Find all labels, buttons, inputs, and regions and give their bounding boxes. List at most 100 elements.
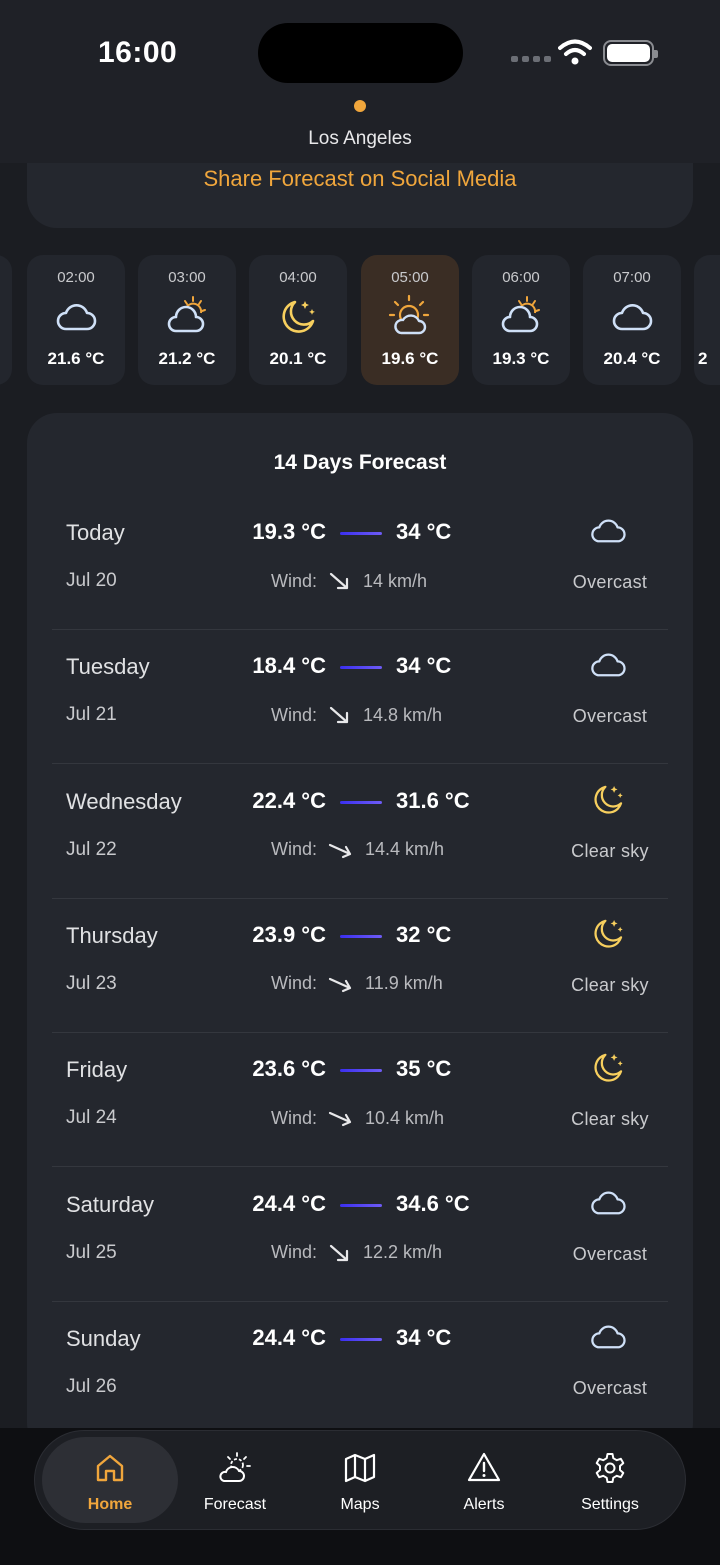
condition-label: Overcast [572,1377,648,1398]
day-name: Friday [66,1057,128,1083]
sun-cloud-icon [387,293,433,339]
temp-range-bar [340,800,382,804]
nav-settings[interactable]: Settings [542,1437,678,1523]
forecast-day-row[interactable]: Sunday Jul 26 24.4 °C 34 °C Overcast [52,1302,668,1436]
daily-forecast-card: 14 Days Forecast Today Jul 20 19.3 °C 34… [27,413,693,1453]
day-date: Jul 24 [66,1107,117,1129]
day-date: Jul 25 [66,1241,117,1263]
wind-info: Wind: 11.9 km/h [271,971,443,997]
cloud-icon [588,1182,628,1222]
nav-alerts[interactable]: Alerts [416,1437,552,1523]
forecast-day-row[interactable]: Tuesday Jul 21 18.4 °C 34 °C Wind: 14.8 … [52,630,668,765]
hour-card[interactable]: 07:00 20.4 °C [583,255,681,385]
hour-time: 03:00 [168,269,206,286]
temp-range-bar [340,1337,382,1341]
wind-info: Wind: 14.4 km/h [271,837,444,863]
hour-time: 05:00 [391,269,429,286]
moon-stars-icon [588,913,628,953]
wind-info: Wind: 14 km/h [271,568,427,594]
day-name: Saturday [66,1191,155,1217]
temp-high: 32 °C [396,921,452,947]
hour-card[interactable]: 2 [694,255,720,385]
nav-home[interactable]: Home [42,1437,178,1523]
share-forecast-button[interactable]: Share Forecast on Social Media [0,166,720,192]
hourly-forecast-strip[interactable]: 02:00 21.6 °C 03:00 21.2 °C 04:00 20.1 °C 05:0… [0,255,720,385]
moon-stars-icon [275,293,321,339]
condition-label: Overcast [572,1243,648,1264]
wind-info: Wind: 10.4 km/h [271,1105,444,1131]
cellular-signal-icon [511,56,551,62]
wind-direction-icon [327,1240,363,1266]
hour-card[interactable]: 03:00 21.2 °C [138,255,236,385]
page-indicator-dot[interactable] [354,100,366,112]
wind-speed: 14.8 km/h [363,704,443,725]
temp-low: 24.4 °C [252,1324,326,1350]
condition-label: Overcast [572,706,648,727]
hour-card[interactable]: 04:00 20.1 °C [249,255,347,385]
status-time: 16:00 [98,36,178,69]
temp-high: 34 °C [396,1324,452,1350]
temp-high: 34 °C [396,653,452,679]
day-date: Jul 23 [66,972,117,994]
top-bar: 16:00 Los Angeles [0,0,720,163]
hour-temp: 20.1 °C [269,349,327,368]
forecast-day-row[interactable]: Saturday Jul 25 24.4 °C 34.6 °C Wind: 12… [52,1168,668,1302]
hour-card[interactable]: 02:00 21.6 °C [27,255,125,385]
temp-high: 31.6 °C [396,787,470,813]
nav-maps[interactable]: Maps [292,1437,428,1523]
nav-label: Home [87,1496,133,1513]
temp-range-bar [340,532,382,535]
nav-label: Alerts [463,1496,505,1513]
day-name: Thursday [66,922,158,948]
day-date: Jul 26 [66,1375,117,1397]
battery-icon [603,40,658,66]
nav-label: Maps [340,1496,380,1513]
city-name: Los Angeles [308,128,412,149]
forecast-day-row[interactable]: Today Jul 20 19.3 °C 34 °C Wind: 14 km/h… [52,496,668,630]
temp-low: 18.4 °C [252,653,326,679]
hour-card[interactable] [0,255,12,385]
temp-high: 34.6 °C [396,1190,470,1216]
forecast-title: 14 Days Forecast [273,451,447,474]
hour-temp: 19.6 °C [381,349,439,368]
condition-label: Clear sky [571,1109,649,1130]
temp-range-bar [340,1203,382,1207]
temp-low: 22.4 °C [252,787,326,813]
day-name: Sunday [66,1325,141,1351]
moon-stars-icon [588,779,628,819]
temp-range-bar [340,1069,382,1073]
hour-card[interactable]: 05:00 19.6 °C [361,255,459,385]
day-name: Tuesday [66,654,150,680]
partly-cloudy-icon [498,293,544,339]
hour-temp: 20.4 °C [603,349,661,368]
day-date: Jul 20 [66,570,117,591]
wind-label: Wind: [271,973,318,994]
wind-label: Wind: [271,1242,318,1262]
wind-direction-icon [327,837,365,863]
dynamic-island [258,23,463,83]
wifi-icon [558,39,592,65]
wind-direction-icon [327,971,365,997]
wind-speed: 12.2 km/h [363,1242,443,1262]
temp-high: 35 °C [396,1056,452,1082]
wind-info: Wind: 12.2 km/h [271,1240,442,1266]
nav-label: Settings [581,1496,639,1513]
hour-time: 07:00 [613,269,651,286]
forecast-day-row[interactable]: Wednesday Jul 22 22.4 °C 31.6 °C Wind: 1… [52,765,668,899]
cloud-icon [588,644,628,684]
day-date: Jul 22 [66,838,117,860]
nav-forecast[interactable]: Forecast [167,1437,303,1523]
hour-temp: 21.2 °C [158,349,216,368]
condition-label: Overcast [572,572,648,592]
temp-low: 23.6 °C [252,1056,326,1082]
partly-cloudy-icon [164,293,210,339]
bottom-nav-area: Home Forecast Maps Alerts Settings [0,1428,720,1565]
wind-label: Wind: [271,704,318,725]
forecast-day-row[interactable]: Thursday Jul 23 23.9 °C 32 °C Wind: 11.9… [52,899,668,1033]
hour-card[interactable]: 06:00 19.3 °C [472,255,570,385]
cloud-icon [609,293,655,339]
temp-range-bar [340,666,382,670]
nav-label: Forecast [203,1496,267,1513]
forecast-day-row[interactable]: Friday Jul 24 23.6 °C 35 °C Wind: 10.4 k… [52,1033,668,1168]
wind-info: Wind: 14.8 km/h [271,702,442,728]
